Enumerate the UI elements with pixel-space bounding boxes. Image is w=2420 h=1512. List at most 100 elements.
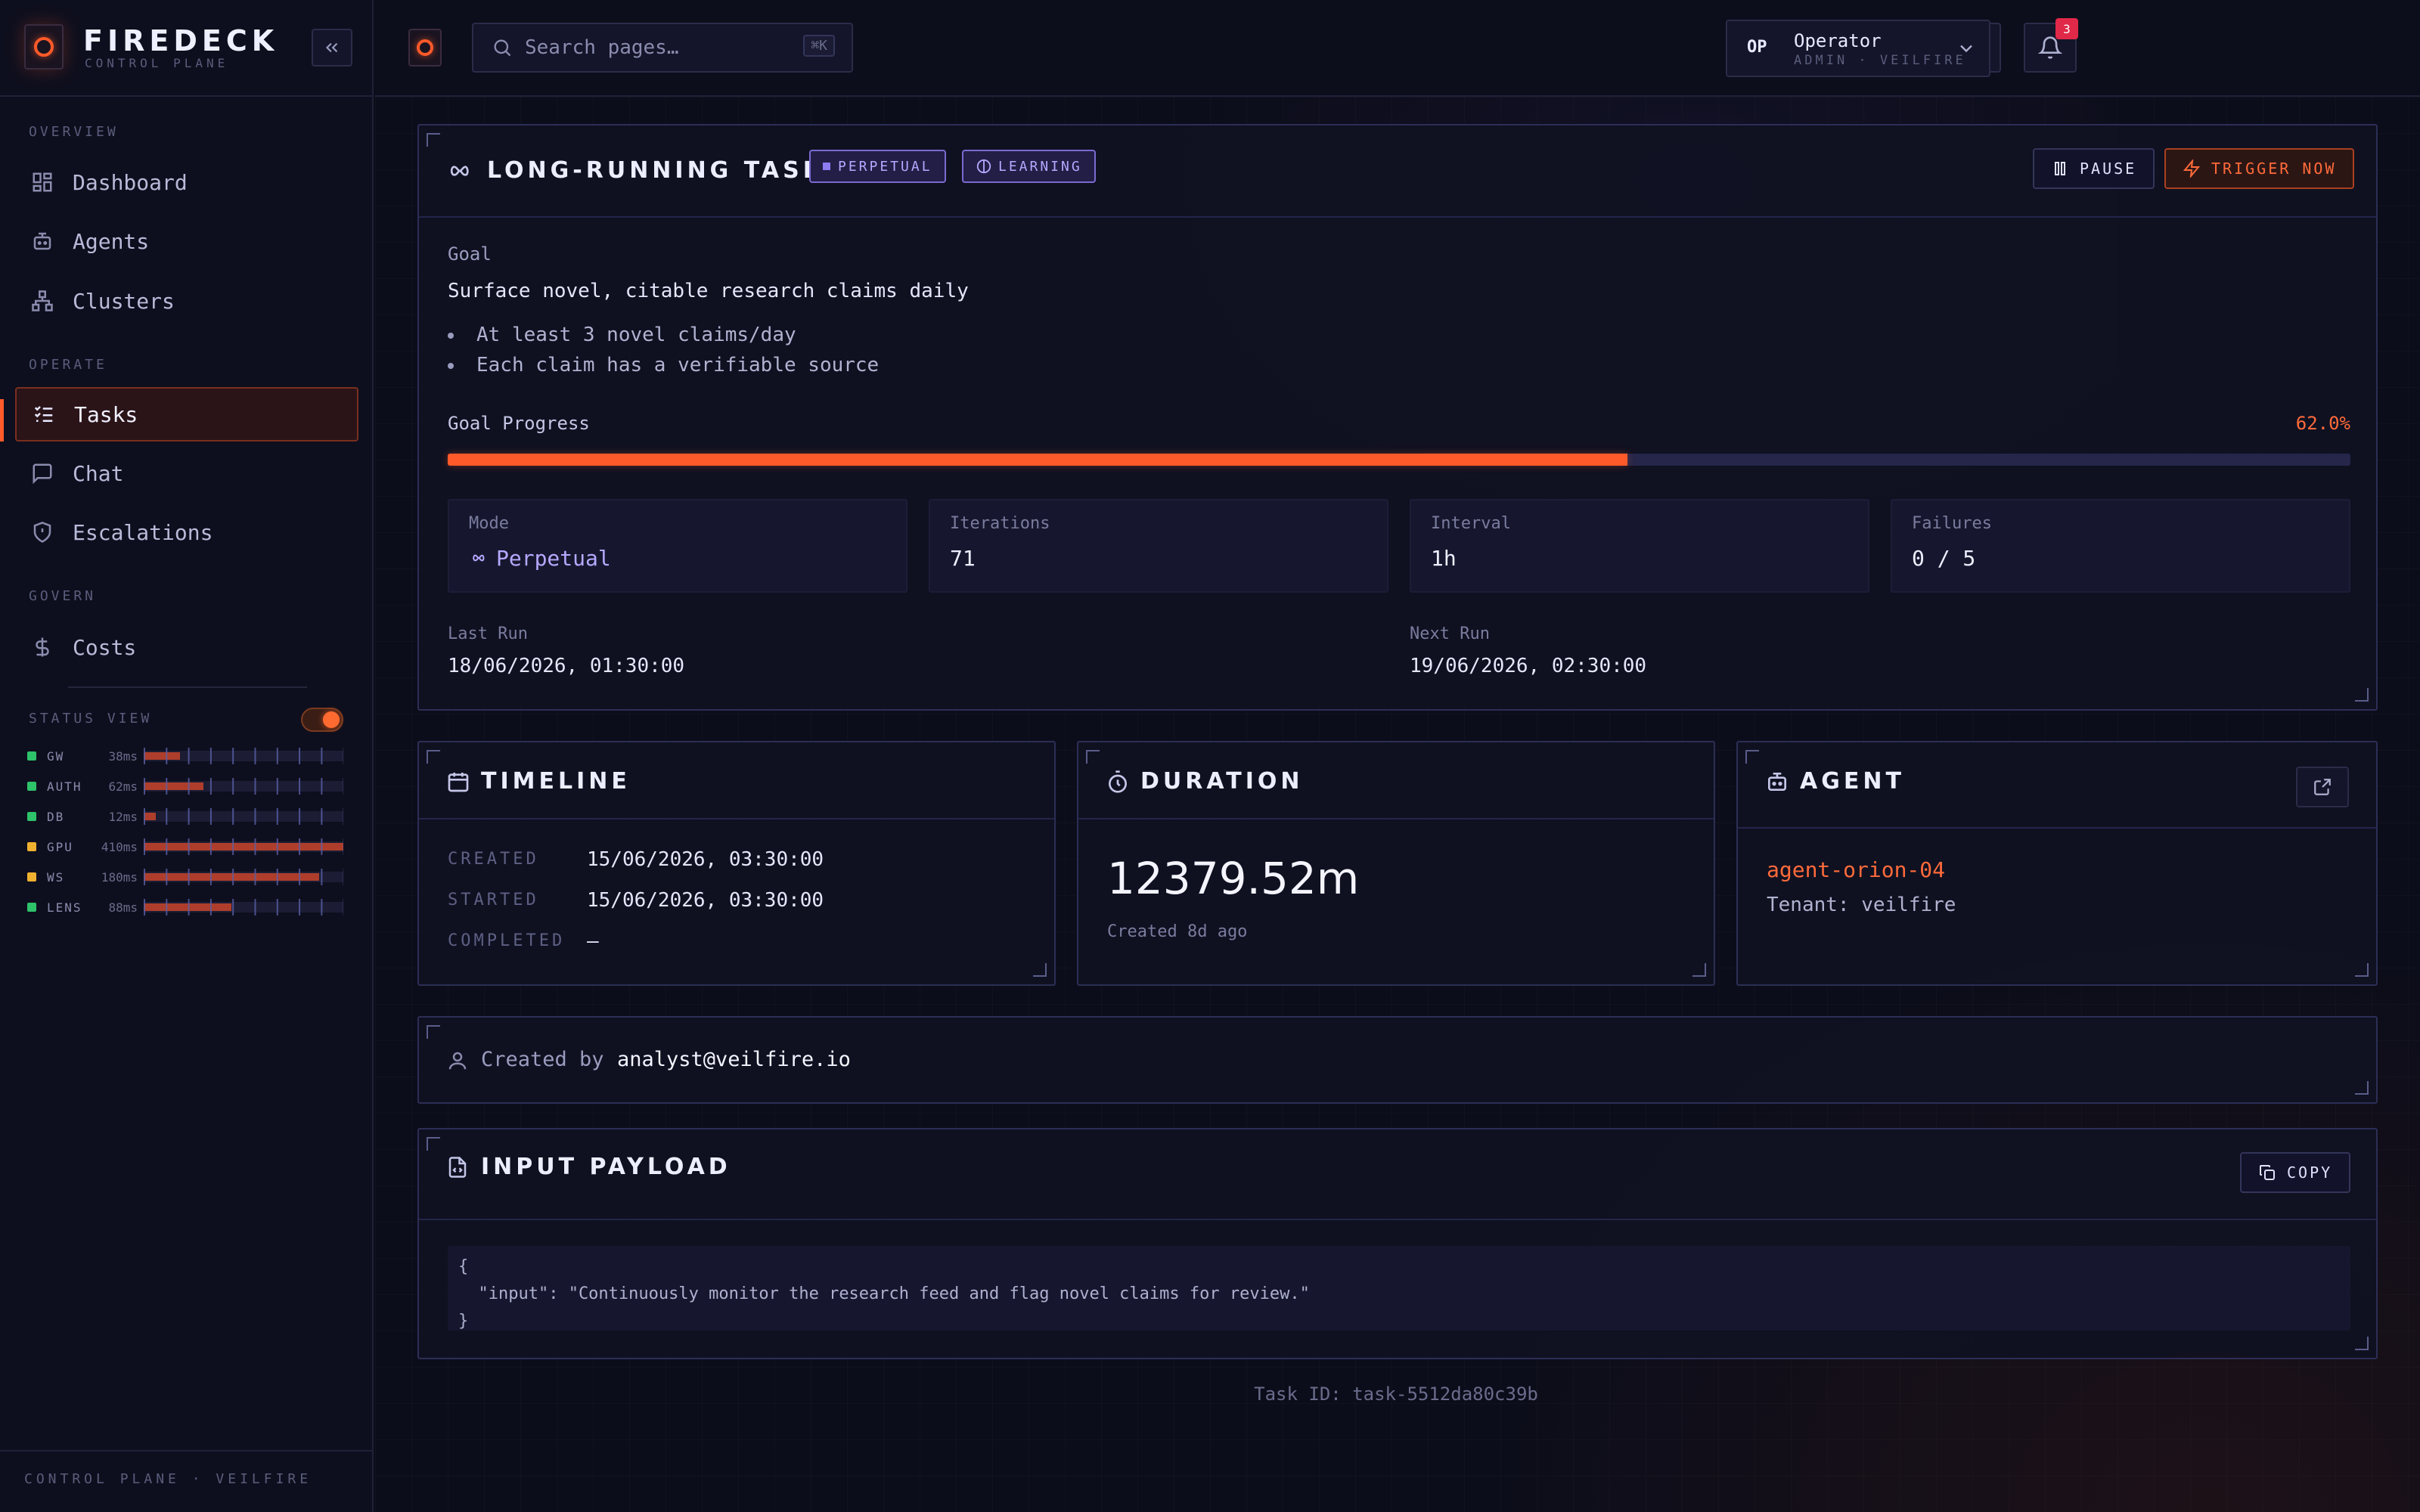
status-view-toggle[interactable] (301, 708, 343, 732)
topbar: Search pages… ⌘K 3 OP Operator ADMIN · V… (375, 0, 2420, 97)
timeline-value: 15/06/2026, 03:30:00 (587, 848, 824, 871)
nav-section-govern: GOVERN (29, 588, 97, 604)
copy-icon (2260, 1165, 2275, 1180)
service-latency: 12ms (108, 809, 138, 824)
external-link-icon (2314, 779, 2331, 795)
service-load-ticks (144, 899, 343, 916)
sidebar-item-label: Clusters (73, 288, 175, 314)
service-status-row: AUTH 62ms (27, 775, 352, 798)
service-latency: 62ms (108, 779, 138, 794)
service-status-row: GPU 410ms (27, 835, 352, 858)
task-title: LONG-RUNNING TASK (487, 157, 824, 184)
badge-learning: LEARNING (962, 150, 1096, 183)
timeline-label: STARTED (448, 891, 539, 909)
goal-progress-bar (448, 454, 2350, 466)
chat-icon (30, 461, 54, 485)
payload-code: { "input": "Continuously monitor the res… (448, 1246, 2350, 1331)
sidebar-footer: CONTROL PLANE · VEILFIRE (0, 1450, 374, 1512)
goal-progress-fill (448, 454, 1627, 466)
notifications-button[interactable]: 3 (2024, 18, 2078, 73)
status-dot (27, 872, 36, 881)
sidebar-item-label: Escalations (73, 519, 213, 545)
cluster-icon (30, 289, 54, 313)
badge-perpetual: PERPETUAL (809, 150, 946, 183)
user-name: Operator (1794, 30, 1882, 51)
sidebar-item-agents[interactable]: Agents (15, 214, 358, 268)
stat-failures: Failures 0 / 5 (1891, 499, 2350, 593)
chevrons-left-icon (325, 42, 338, 53)
service-latency: 410ms (101, 839, 138, 854)
service-load-bar (144, 869, 343, 885)
sidebar-item-label: Tasks (74, 401, 138, 427)
calendar-icon (448, 773, 469, 792)
sidebar-item-label: Chat (73, 460, 124, 486)
sidebar-item-chat[interactable]: Chat (15, 446, 358, 500)
service-latency: 180ms (101, 869, 138, 885)
service-load-bar (144, 838, 343, 855)
robot-icon (30, 229, 54, 253)
dashboard-icon (30, 170, 54, 194)
collapse-sidebar-button[interactable] (312, 29, 352, 67)
notification-count-badge: 3 (2055, 18, 2078, 39)
learning-icon (976, 159, 991, 174)
duration-title: DURATION (1140, 768, 1304, 795)
sidebar-item-clusters[interactable]: Clusters (15, 274, 358, 328)
nav-section-operate: OPERATE (29, 357, 107, 373)
search-input[interactable]: Search pages… ⌘K (472, 23, 853, 73)
status-dot (27, 782, 36, 791)
service-status-row: GW 38ms (27, 745, 352, 767)
status-dot (27, 751, 36, 761)
lightning-icon (2183, 160, 2201, 178)
logo-icon[interactable] (408, 29, 442, 67)
duration-value: 12379.52m (1107, 853, 1360, 904)
nav-section-overview: OVERVIEW (29, 124, 119, 140)
service-load-ticks (144, 808, 343, 825)
agent-name-link[interactable]: agent-orion-04 (1767, 857, 1945, 882)
service-load-bar (144, 899, 343, 916)
file-code-icon (448, 1157, 467, 1178)
timeline-label: CREATED (448, 850, 539, 869)
task-id: Task ID: task-5512da80c39b (1254, 1383, 1538, 1405)
agent-card: AGENT agent-orion-04 Tenant: veilfire (1736, 741, 2378, 986)
input-payload-card: INPUT PAYLOAD COPY { "input": "Continuou… (417, 1128, 2378, 1359)
trigger-now-button[interactable]: TRIGGER NOW (2164, 148, 2355, 189)
goal-criterion: Each claim has a verifiable source (447, 354, 880, 376)
brand-name: FIREDECK (83, 24, 279, 57)
service-load-bar (144, 808, 343, 825)
service-status-row: WS 180ms (27, 866, 352, 888)
next-run-label: Next Run (1410, 624, 1490, 643)
pause-button[interactable]: PAUSE (2033, 148, 2155, 189)
robot-icon (1768, 773, 1786, 791)
sidebar: FIREDECK CONTROL PLANE OVERVIEW Dashboar… (0, 0, 374, 1512)
last-run-value: 18/06/2026, 01:30:00 (448, 655, 685, 677)
stopwatch-icon (1109, 770, 1127, 793)
infinity-icon (473, 554, 485, 562)
sidebar-item-dashboard[interactable]: Dashboard (15, 155, 358, 209)
task-card: LONG-RUNNING TASK PERPETUAL LEARNING PAU… (417, 124, 2378, 711)
service-status-row: LENS 88ms (27, 896, 352, 919)
user-menu[interactable]: OP Operator ADMIN · VEILFIRE (1726, 20, 1990, 77)
chevron-down-icon (1960, 45, 1972, 53)
timeline-value: — (587, 930, 599, 953)
service-name: GPU (47, 839, 73, 854)
sidebar-item-costs[interactable]: Costs (15, 620, 358, 674)
sidebar-item-label: Costs (73, 634, 137, 660)
user-icon (448, 1052, 467, 1070)
open-agent-button[interactable] (2296, 767, 2349, 807)
pause-icon (2055, 162, 2065, 175)
tasks-icon (32, 402, 56, 426)
service-load-bar (144, 778, 343, 795)
service-name: WS (47, 869, 65, 885)
sidebar-item-tasks[interactable]: Tasks (15, 387, 358, 442)
user-role: ADMIN · VEILFIRE (1794, 53, 1966, 68)
creator-card: Created by analyst@veilfire.io (417, 1016, 2378, 1104)
duration-card: DURATION 12379.52m Created 8d ago (1077, 741, 1715, 986)
dollar-icon (30, 635, 54, 659)
sidebar-item-label: Dashboard (73, 169, 188, 195)
logo-icon (24, 24, 64, 70)
copy-button[interactable]: COPY (2240, 1152, 2351, 1193)
service-latency: 38ms (108, 748, 138, 764)
sidebar-item-escalations[interactable]: Escalations (15, 505, 358, 559)
sidebar-item-label: Agents (73, 228, 150, 254)
status-dot (27, 903, 36, 912)
